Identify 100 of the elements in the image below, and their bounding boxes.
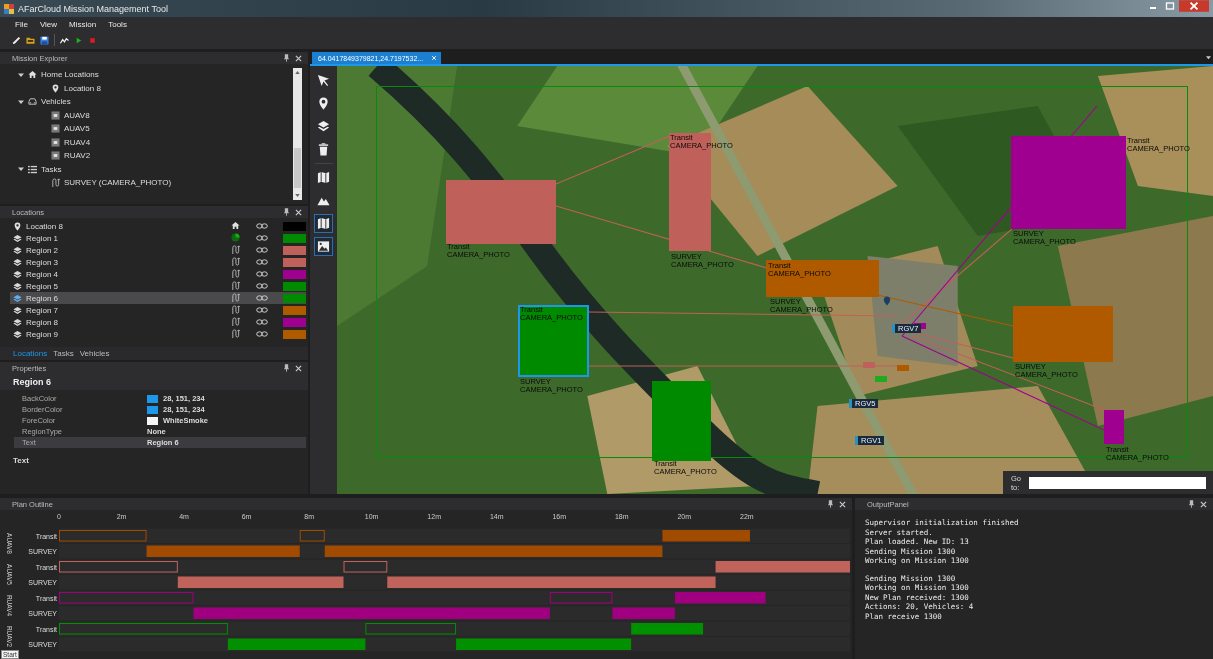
tree-item[interactable]: SURVEY (CAMERA_PHOTO)	[64, 178, 172, 188]
idle-bar[interactable]	[549, 592, 613, 604]
location-pin-icon[interactable]	[317, 97, 330, 110]
idle-bar[interactable]	[59, 561, 178, 573]
location-row[interactable]: Region 9	[10, 328, 306, 340]
close-icon[interactable]	[1200, 500, 1207, 508]
idle-bar[interactable]	[365, 623, 457, 635]
region-overlay[interactable]	[518, 305, 589, 377]
location-name: Region 8	[26, 317, 60, 327]
list-icon	[28, 164, 37, 174]
menu-item[interactable]: View	[39, 19, 58, 29]
tree-item[interactable]: Location 8	[64, 83, 101, 93]
location-row[interactable]: Location 8	[10, 220, 306, 232]
play-icon[interactable]	[74, 35, 83, 45]
vehicle-marker[interactable]	[863, 362, 875, 368]
color-swatch[interactable]	[283, 329, 306, 339]
location-row[interactable]: Region 6	[10, 292, 306, 304]
tree-item[interactable]: RUAV2	[64, 151, 91, 161]
vehicle-marker[interactable]	[897, 365, 909, 371]
menu-item[interactable]: Tools	[108, 19, 127, 29]
menu-item[interactable]: File	[15, 19, 28, 29]
line-chart-icon[interactable]	[60, 35, 69, 45]
location-row[interactable]: Region 2	[10, 244, 306, 256]
tree-item[interactable]: RUAV4	[64, 137, 91, 147]
tree-item[interactable]: Tasks	[41, 164, 62, 174]
color-swatch[interactable]	[283, 269, 306, 279]
tab[interactable]: Vehicles	[79, 349, 110, 358]
map-icon[interactable]	[317, 217, 330, 230]
expand-caret-icon[interactable]	[18, 166, 24, 173]
link-icon[interactable]	[256, 295, 268, 301]
goto-input-field[interactable]	[1029, 476, 1206, 489]
tab[interactable]: Locations	[13, 349, 48, 358]
vehicle-icon	[51, 110, 60, 120]
pin-icon[interactable]	[284, 364, 289, 372]
location-row[interactable]: Region 7	[10, 304, 306, 316]
pin-icon[interactable]	[1189, 500, 1194, 508]
expand-caret-icon[interactable]	[18, 98, 24, 105]
color-swatch[interactable]	[283, 281, 306, 291]
link-icon[interactable]	[256, 307, 268, 313]
idle-bar[interactable]	[59, 623, 228, 635]
tree-item[interactable]: AUAV8	[64, 110, 90, 120]
scrollbar[interactable]	[293, 68, 302, 200]
idle-bar[interactable]	[59, 530, 147, 542]
tree-item[interactable]: AUAV5	[64, 124, 90, 134]
close-icon[interactable]	[839, 500, 846, 508]
link-icon[interactable]	[256, 319, 268, 325]
trash-icon[interactable]	[317, 143, 330, 156]
location-row[interactable]: Region 4	[10, 268, 306, 280]
scrollbar-thumb[interactable]	[294, 148, 301, 188]
color-swatch[interactable]	[283, 257, 306, 267]
map-icon[interactable]	[317, 171, 330, 184]
tab[interactable]: Tasks	[53, 349, 74, 358]
idle-bar[interactable]	[343, 561, 388, 573]
link-icon[interactable]	[256, 247, 268, 253]
link-icon[interactable]	[256, 259, 268, 265]
color-swatch[interactable]	[283, 305, 306, 315]
color-swatch[interactable]	[283, 317, 306, 327]
color-swatch[interactable]	[283, 293, 306, 303]
menu-item[interactable]: Mission	[69, 19, 97, 29]
link-icon[interactable]	[256, 331, 268, 337]
link-icon[interactable]	[256, 271, 268, 277]
layers-icon	[13, 281, 22, 291]
location-row[interactable]: Region 8	[10, 316, 306, 328]
location-row[interactable]: Region 5	[10, 280, 306, 292]
close-icon[interactable]	[1179, 0, 1209, 12]
save-icon[interactable]	[40, 35, 49, 45]
stop-icon[interactable]	[88, 35, 97, 45]
pin-icon[interactable]	[284, 54, 289, 62]
vehicle-marker[interactable]	[875, 376, 887, 382]
image-icon[interactable]	[317, 240, 330, 253]
link-icon[interactable]	[256, 283, 268, 289]
region-overlay[interactable]	[766, 260, 879, 297]
close-icon[interactable]	[295, 54, 302, 62]
layers-icon[interactable]	[317, 120, 330, 133]
folder-icon[interactable]	[26, 35, 35, 45]
tree-item[interactable]: Vehicles	[41, 97, 71, 107]
task-bar[interactable]	[715, 561, 850, 573]
pointer-icon[interactable]	[317, 74, 330, 87]
color-swatch[interactable]	[283, 245, 306, 255]
location-row[interactable]: Region 1	[10, 232, 306, 244]
scroll-up-icon[interactable]	[295, 71, 300, 74]
idle-bar[interactable]	[59, 592, 194, 604]
color-swatch[interactable]	[283, 233, 306, 243]
vehicle-icon	[51, 137, 60, 147]
close-icon[interactable]	[295, 208, 302, 216]
tree-item[interactable]: Home Locations	[41, 70, 99, 80]
expand-caret-icon[interactable]	[18, 71, 24, 78]
pin-icon[interactable]	[284, 208, 289, 216]
close-icon[interactable]	[295, 364, 302, 372]
dropdown-icon[interactable]	[1206, 56, 1211, 60]
color-swatch[interactable]	[283, 221, 306, 231]
location-row[interactable]: Region 3	[10, 256, 306, 268]
link-icon[interactable]	[256, 223, 268, 229]
scroll-down-icon[interactable]	[295, 194, 300, 197]
task-bar[interactable]	[631, 623, 704, 635]
idle-bar[interactable]	[299, 530, 325, 542]
pencil-icon[interactable]	[12, 35, 21, 45]
pin-icon[interactable]	[828, 500, 833, 508]
link-icon[interactable]	[256, 235, 268, 241]
route-icon	[231, 244, 240, 254]
